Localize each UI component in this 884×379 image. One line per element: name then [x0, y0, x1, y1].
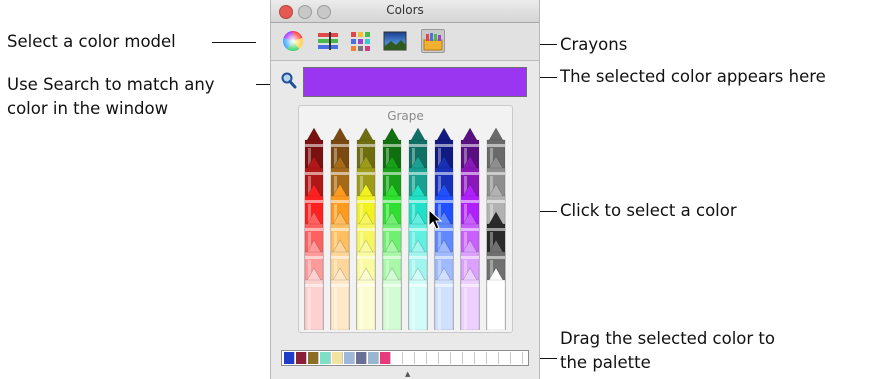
palette-chip[interactable] [296, 352, 307, 364]
palette-empty-slot[interactable] [428, 352, 439, 364]
palette-empty-slot[interactable] [440, 352, 451, 364]
palette-empty-slot[interactable] [392, 352, 403, 364]
crayons-icon [423, 33, 443, 51]
selected-color-swatch[interactable] [303, 67, 527, 97]
palette-resize-handle[interactable]: ▲ [405, 370, 410, 378]
palette-chip[interactable] [356, 352, 367, 364]
callout-click: Click to select a color [560, 201, 737, 220]
palette-chip[interactable] [344, 352, 355, 364]
palette-empty-slot[interactable] [464, 352, 475, 364]
crayons-button[interactable] [421, 29, 445, 53]
magnifier-search-icon[interactable] [281, 72, 297, 90]
callout-search-line2: color in the window [7, 99, 169, 118]
color-palette[interactable] [281, 350, 529, 366]
crayon-box: Grape [298, 105, 513, 333]
palette-empty-slot[interactable] [512, 352, 523, 364]
palette-empty-slot[interactable] [404, 352, 415, 364]
callout-color-model: Select a color model [7, 32, 176, 51]
palette-chip[interactable] [284, 352, 295, 364]
palette-chip[interactable] [308, 352, 319, 364]
color-wheel-button[interactable] [281, 29, 305, 53]
image-palettes-button[interactable] [383, 29, 407, 53]
callout-crayons: Crayons [560, 35, 628, 54]
palette-empty-slot[interactable] [476, 352, 487, 364]
palette-chip[interactable] [320, 352, 331, 364]
color-sliders-icon [318, 32, 338, 50]
callout-selected: The selected color appears here [560, 67, 826, 86]
color-palettes-button[interactable] [349, 29, 373, 53]
colors-window: Colors Grape ▲ [270, 0, 540, 379]
palette-empty-slot[interactable] [416, 352, 427, 364]
palette-chip[interactable] [332, 352, 343, 364]
color-sliders-button[interactable] [316, 29, 340, 53]
callout-drag-line2: the palette [560, 353, 651, 372]
selected-crayon-name: Grape [387, 109, 424, 123]
window-title: Colors [386, 3, 424, 17]
title-bar[interactable]: Colors [271, 0, 539, 23]
callout-line-color-model [212, 42, 256, 44]
callout-drag-line1: Drag the selected color to [560, 329, 775, 348]
palette-empty-slot[interactable] [452, 352, 463, 364]
color-model-toolbar [271, 23, 539, 61]
color-palettes-icon [351, 32, 370, 51]
image-palettes-icon [383, 31, 407, 51]
palette-chip[interactable] [368, 352, 379, 364]
palette-empty-slot[interactable] [488, 352, 499, 364]
color-wheel-icon [283, 31, 303, 51]
callout-search-line1: Use Search to match any [7, 75, 215, 94]
crayon-grid[interactable] [302, 128, 510, 330]
palette-empty-slot[interactable] [500, 352, 511, 364]
palette-chip[interactable] [380, 352, 391, 364]
